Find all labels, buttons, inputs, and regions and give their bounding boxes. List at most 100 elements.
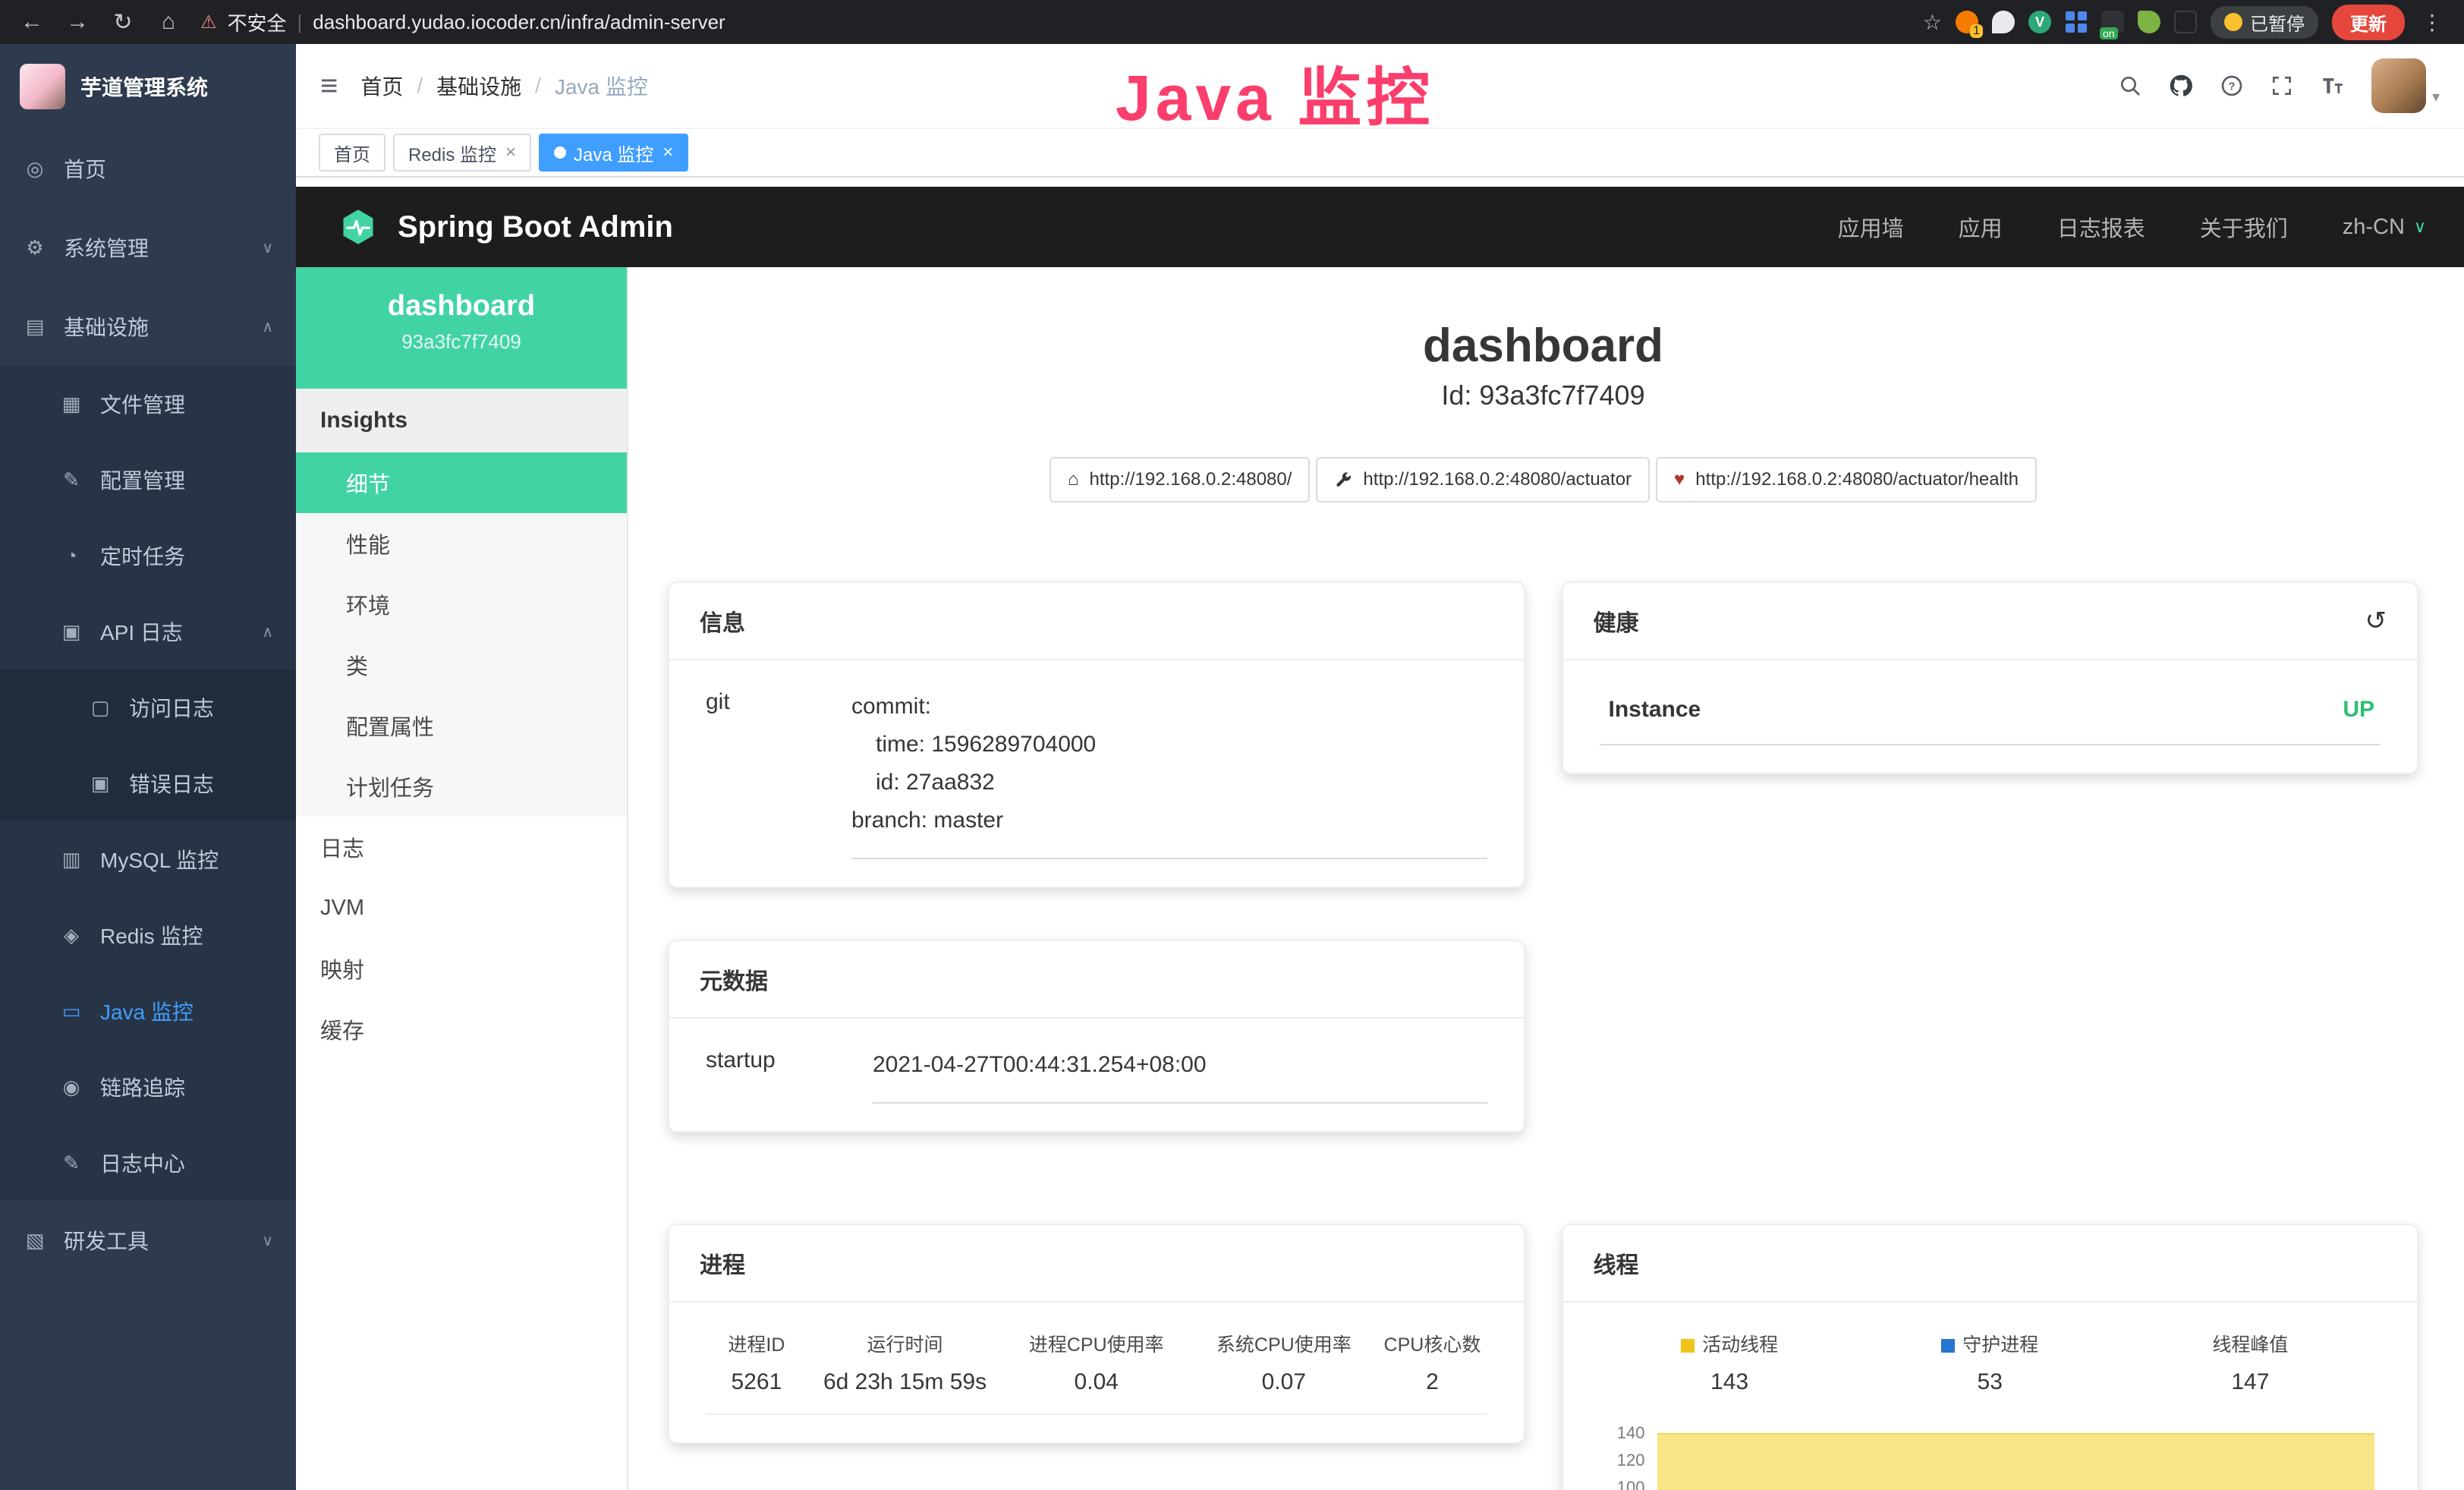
- spring-boot-admin-logo-icon: [338, 207, 378, 247]
- hamburger-icon[interactable]: ≡: [320, 69, 338, 103]
- url-text[interactable]: dashboard.yudao.iocoder.cn/infra/admin-s…: [313, 11, 725, 34]
- sba-item-caches[interactable]: 缓存: [296, 999, 627, 1060]
- reload-icon[interactable]: ↻: [109, 9, 137, 36]
- sba-instance-header[interactable]: dashboard 93a3fc7f7409: [296, 267, 627, 389]
- sidebar-item-java-monitor[interactable]: ▭ Java 监控: [0, 973, 296, 1049]
- home-icon: ⌂: [1068, 469, 1079, 490]
- sidebar-item-redis-monitor[interactable]: ◈ Redis 监控: [0, 897, 296, 973]
- legend-live-threads: 活动线程: [1600, 1330, 1860, 1369]
- fullscreen-icon[interactable]: [2270, 74, 2294, 98]
- sba-locale-select[interactable]: zh-CN ∨: [2343, 215, 2426, 240]
- extension-grid-icon[interactable]: [2065, 11, 2088, 33]
- sba-item-logs[interactable]: 日志: [296, 817, 627, 877]
- instance-links: ⌂ http://192.168.0.2:48080/ http://192.1…: [668, 457, 2418, 502]
- tab-redis-monitor[interactable]: Redis 监控 ×: [393, 134, 531, 172]
- emoji-face-icon: [2224, 13, 2242, 31]
- paused-extension-button[interactable]: 已暂停: [2211, 6, 2318, 39]
- redis-icon: ◈: [59, 924, 83, 947]
- sidebar-item-file-management[interactable]: ▦ 文件管理: [0, 366, 296, 442]
- breadcrumb: 首页 / 基础设施 / Java 监控: [360, 71, 648, 101]
- menu-label: 首页: [64, 153, 106, 184]
- card-title: 进程: [700, 1246, 745, 1280]
- sba-item-environment[interactable]: 环境: [296, 574, 627, 635]
- sba-nav-applications[interactable]: 应用: [1959, 211, 2003, 243]
- breadcrumb-home[interactable]: 首页: [360, 71, 403, 101]
- sidebar-item-config-management[interactable]: ✎ 配置管理: [0, 442, 296, 518]
- extension-puzzle-icon[interactable]: [2174, 11, 2197, 33]
- sidebar-item-log-center[interactable]: ✎ 日志中心: [0, 1125, 296, 1201]
- browser-actions: ☆ 1 V on 已暂停 更新 ⋮: [1923, 5, 2446, 40]
- sba-item-config-props[interactable]: 配置属性: [296, 695, 627, 756]
- sidebar-item-api-logs[interactable]: ▣ API 日志 ∧: [0, 594, 296, 669]
- threads-card: 线程 活动线程 守护进程 线程峰值: [1562, 1224, 2419, 1490]
- tab-java-monitor[interactable]: Java 监控 ×: [539, 134, 688, 172]
- tab-label: Redis 监控: [408, 140, 496, 166]
- sidebar-item-mysql-monitor[interactable]: ▥ MySQL 监控: [0, 821, 296, 897]
- sba-nav-journal[interactable]: 日志报表: [2057, 211, 2145, 243]
- infrastructure-icon: ▤: [23, 315, 47, 339]
- sba-nav-about[interactable]: 关于我们: [2200, 211, 2288, 243]
- user-avatar[interactable]: ▾: [2371, 58, 2440, 113]
- extension-v-icon[interactable]: V: [2028, 11, 2051, 33]
- instance-url-link[interactable]: ⌂ http://192.168.0.2:48080/: [1049, 457, 1310, 502]
- history-icon[interactable]: ↺: [2365, 606, 2387, 636]
- extension-drop-icon[interactable]: [1992, 11, 2015, 33]
- sba-item-performance[interactable]: 性能: [296, 513, 627, 574]
- browser-update-button[interactable]: 更新: [2332, 5, 2405, 40]
- log-icon: ▣: [59, 620, 83, 644]
- close-icon[interactable]: ×: [505, 142, 516, 163]
- sidebar-item-error-logs[interactable]: ▣ 错误日志: [0, 745, 296, 821]
- health-row[interactable]: Instance UP: [1600, 688, 2381, 745]
- app-logo[interactable]: 芋道管理系统: [0, 44, 296, 129]
- column-header: 进程CPU使用率: [1002, 1330, 1190, 1369]
- sidebar-item-infrastructure[interactable]: ▤ 基础设施 ∧: [0, 287, 296, 366]
- sidebar-item-home[interactable]: ◎ 首页: [0, 129, 296, 208]
- column-header: CPU核心数: [1377, 1330, 1487, 1369]
- home-icon[interactable]: ⌂: [155, 9, 182, 35]
- menu-label: 错误日志: [129, 768, 214, 799]
- bookmark-star-icon[interactable]: ☆: [1923, 10, 1942, 35]
- help-icon[interactable]: ?: [2220, 74, 2244, 98]
- sba-item-scheduled-tasks[interactable]: 计划任务: [296, 756, 627, 817]
- actuator-url-link[interactable]: http://192.168.0.2:48080/actuator: [1316, 457, 1650, 502]
- menu-label: 配置管理: [100, 465, 185, 495]
- extension-leaf-icon[interactable]: [2138, 11, 2160, 33]
- address-bar[interactable]: ⚠ 不安全 | dashboard.yudao.iocoder.cn/infra…: [200, 8, 725, 36]
- forward-icon[interactable]: →: [64, 9, 91, 35]
- sidebar-item-trace[interactable]: ◉ 链路追踪: [0, 1049, 296, 1125]
- search-icon[interactable]: [2118, 74, 2142, 98]
- extension-fox-icon[interactable]: 1: [1956, 11, 1978, 33]
- screen: ← → ↻ ⌂ ⚠ 不安全 | dashboard.yudao.iocoder.…: [0, 0, 2464, 1490]
- chevron-down-icon: ∨: [262, 1231, 273, 1250]
- separator: |: [297, 11, 303, 34]
- health-url-link[interactable]: ♥ http://192.168.0.2:48080/actuator/heal…: [1656, 457, 2037, 502]
- info-line: branch: master: [851, 802, 1487, 840]
- sidebar-item-system-management[interactable]: ⚙ 系统管理 ∨: [0, 208, 296, 287]
- menu-label: 日志中心: [100, 1148, 185, 1178]
- app-body: Java 监控 ≡ 首页 / 基础设施 / Java 监控: [296, 44, 2464, 1490]
- browser-menu-icon[interactable]: ⋮: [2418, 10, 2446, 35]
- breadcrumb-infrastructure[interactable]: 基础设施: [436, 71, 521, 101]
- breadcrumb-separator: /: [417, 74, 423, 98]
- sidebar-item-access-logs[interactable]: ▢ 访问日志: [0, 669, 296, 745]
- sidebar-item-scheduled-jobs[interactable]: ◔ 定时任务: [0, 518, 296, 594]
- close-icon[interactable]: ×: [662, 142, 673, 163]
- not-secure-warning-icon: ⚠: [200, 11, 217, 33]
- extension-tampermonkey-icon[interactable]: on: [2101, 11, 2124, 33]
- sba-item-details[interactable]: 细节: [296, 452, 627, 513]
- sba-brand[interactable]: Spring Boot Admin: [338, 207, 673, 247]
- clock-icon: ◔: [59, 544, 83, 568]
- sba-item-jvm[interactable]: JVM: [296, 877, 627, 938]
- github-icon[interactable]: [2168, 73, 2194, 99]
- tab-home[interactable]: 首页: [319, 134, 385, 172]
- y-tick: 100: [1617, 1480, 1645, 1490]
- daemon-threads-swatch: [1941, 1339, 1955, 1353]
- sba-nav-wall[interactable]: 应用墙: [1838, 211, 1904, 243]
- font-size-icon[interactable]: [2320, 73, 2346, 99]
- sidebar-item-dev-tools[interactable]: ▧ 研发工具 ∨: [0, 1201, 296, 1280]
- chevron-down-icon: ∨: [2414, 217, 2426, 237]
- locale-label: zh-CN: [2343, 215, 2405, 240]
- sba-item-classes[interactable]: 类: [296, 635, 627, 695]
- back-icon[interactable]: ←: [18, 9, 46, 35]
- sba-item-mappings[interactable]: 映射: [296, 938, 627, 999]
